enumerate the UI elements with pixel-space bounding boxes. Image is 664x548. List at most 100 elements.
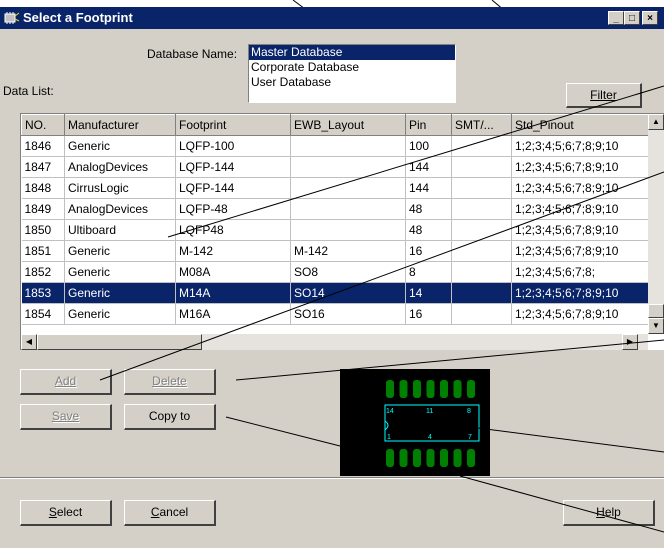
- footprint-preview: 14 11 8 1 4 7: [340, 369, 490, 476]
- table-cell: 1852: [21, 261, 65, 283]
- footprint-pad: [426, 380, 435, 398]
- table-cell: M-142: [175, 240, 291, 262]
- column-header[interactable]: NO.: [21, 114, 65, 136]
- table-row[interactable]: 1851 Generic M-142 M-142 16 1;2;3;4;5;6;7;8;9…: [21, 240, 649, 262]
- table-cell: SO14: [290, 282, 406, 304]
- column-header[interactable]: SMT/...: [451, 114, 512, 136]
- table-cell: Generic: [64, 303, 176, 325]
- table-header-row: NO. Manufacturer Footprint EWB_Layout Pi…: [21, 114, 649, 136]
- table-row[interactable]: 1848 CirrusLogic LQFP-144 144 1;2;3;4;5;6;7;…: [21, 177, 649, 199]
- arrow-right-icon: ▶: [626, 337, 634, 346]
- arrow-left-icon: ◀: [25, 337, 33, 346]
- filter-button[interactable]: Filter: [566, 83, 642, 108]
- table-cell: [290, 177, 406, 199]
- table-cell: 48: [405, 198, 452, 220]
- table-row[interactable]: 1853 Generic M14A SO14 14 1;2;3;4;5;6;7;8;9;1…: [21, 282, 649, 304]
- table-row[interactable]: 1852 Generic M08A SO8 8 1;2;3;4;5;6;7;8;: [21, 261, 649, 283]
- pin-label: 7: [468, 434, 472, 441]
- help-button[interactable]: Help: [563, 500, 655, 526]
- table-cell: Ultiboard: [64, 219, 176, 241]
- footprint-pad: [399, 380, 408, 398]
- save-button-label: Save: [51, 409, 80, 423]
- data-list-label: Data List:: [3, 84, 54, 98]
- maximize-button[interactable]: □: [624, 11, 640, 25]
- footprint-data-grid[interactable]: NO. Manufacturer Footprint EWB_Layout Pi…: [20, 113, 664, 350]
- horizontal-scrollbar[interactable]: ◀ ▶: [21, 334, 648, 350]
- add-button-label: Add: [54, 374, 77, 388]
- table-cell: [451, 303, 512, 325]
- select-button-label: Select: [48, 505, 83, 519]
- table-row[interactable]: 1850 Ultiboard LQFP48 48 1;2;3;4;5;6;7;8;9;1…: [21, 219, 649, 241]
- database-option-corporate[interactable]: Corporate Database: [249, 60, 455, 75]
- table-cell: 1;2;3;4;5;6;7;8;9;10: [511, 135, 649, 157]
- column-header[interactable]: Footprint: [175, 114, 291, 136]
- footprint-pad: [413, 380, 421, 398]
- add-button[interactable]: Add: [20, 369, 112, 395]
- close-button[interactable]: ×: [642, 11, 658, 25]
- vertical-scrollbar[interactable]: ▲ ▼: [648, 114, 664, 334]
- table-row[interactable]: 1847 AnalogDevices LQFP-144 144 1;2;3;4;5;6;…: [21, 156, 649, 178]
- table-cell: 100: [405, 135, 452, 157]
- column-header[interactable]: Manufacturer: [64, 114, 176, 136]
- table-cell: 1;2;3;4;5;6;7;8;9;10: [511, 303, 649, 325]
- table-cell: 1851: [21, 240, 65, 262]
- table-cell: 1854: [21, 303, 65, 325]
- table-cell: CirrusLogic: [64, 177, 176, 199]
- pin-label: 11: [426, 408, 433, 415]
- column-header[interactable]: Pin: [405, 114, 452, 136]
- scroll-down-button[interactable]: ▼: [648, 318, 664, 334]
- table-cell: SO16: [290, 303, 406, 325]
- table-cell: Generic: [64, 240, 176, 262]
- help-button-label: Help: [596, 505, 621, 519]
- copy-to-button-label: Copy to: [148, 409, 191, 423]
- table-row[interactable]: 1854 Generic M16A SO16 16 1;2;3;4;5;6;7;8;9;1…: [21, 303, 649, 325]
- table-cell: [451, 282, 512, 304]
- cancel-button-label: Cancel: [150, 505, 189, 519]
- top-pad-row: [386, 380, 475, 398]
- window-title: Select a Footprint: [23, 10, 133, 25]
- database-listbox[interactable]: Master Database Corporate Database User …: [248, 44, 456, 103]
- scroll-right-button[interactable]: ▶: [622, 334, 638, 350]
- table-row[interactable]: 1849 AnalogDevices LQFP-48 48 1;2;3;4;5;6;7;…: [21, 198, 649, 220]
- column-header[interactable]: Std_Pinout: [511, 114, 649, 136]
- database-option-user[interactable]: User Database: [249, 75, 455, 90]
- vertical-scroll-thumb[interactable]: [648, 304, 664, 318]
- database-name-label: Database Name:: [147, 47, 238, 61]
- pin-label: 1: [387, 434, 391, 441]
- scroll-left-button[interactable]: ◀: [21, 334, 37, 350]
- table-cell: 8: [405, 261, 452, 283]
- title-bar: Select a Footprint _ □ ×: [0, 7, 664, 29]
- cancel-button[interactable]: Cancel: [124, 500, 216, 526]
- save-button[interactable]: Save: [20, 404, 112, 430]
- table-cell: Generic: [64, 261, 176, 283]
- table-cell: [451, 240, 512, 262]
- table-cell: 1853: [21, 282, 65, 304]
- table-cell: 1849: [21, 198, 65, 220]
- table-row[interactable]: 1846 Generic LQFP-100 100 1;2;3;4;5;6;7;8;9;…: [21, 135, 649, 157]
- database-option-master[interactable]: Master Database: [249, 45, 455, 60]
- arrow-up-icon: ▲: [652, 117, 660, 126]
- select-button[interactable]: Select: [20, 500, 112, 526]
- footprint-pad: [386, 449, 394, 467]
- column-header[interactable]: EWB_Layout: [290, 114, 406, 136]
- table-cell: 1;2;3;4;5;6;7;8;9;10: [511, 177, 649, 199]
- footprint-preview-drawing: 14 11 8 1 4 7: [384, 380, 480, 467]
- footprint-pad: [413, 449, 421, 467]
- table-cell: 16: [405, 240, 452, 262]
- horizontal-scroll-thumb[interactable]: [37, 334, 202, 350]
- bottom-pad-row: [386, 449, 475, 467]
- copy-to-button[interactable]: Copy to: [124, 404, 216, 430]
- table-cell: 16: [405, 303, 452, 325]
- table-cell: 1848: [21, 177, 65, 199]
- delete-button[interactable]: Delete: [124, 369, 216, 395]
- footprint-app-icon: [4, 12, 20, 24]
- footer-separator: [0, 477, 664, 479]
- scroll-up-button[interactable]: ▲: [648, 114, 664, 130]
- table-cell: [451, 135, 512, 157]
- table-cell: 144: [405, 156, 452, 178]
- table-cell: LQFP-48: [175, 198, 291, 220]
- footprint-pad: [453, 380, 462, 398]
- table-cell: 1847: [21, 156, 65, 178]
- table-cell: [290, 135, 406, 157]
- minimize-button[interactable]: _: [608, 11, 624, 25]
